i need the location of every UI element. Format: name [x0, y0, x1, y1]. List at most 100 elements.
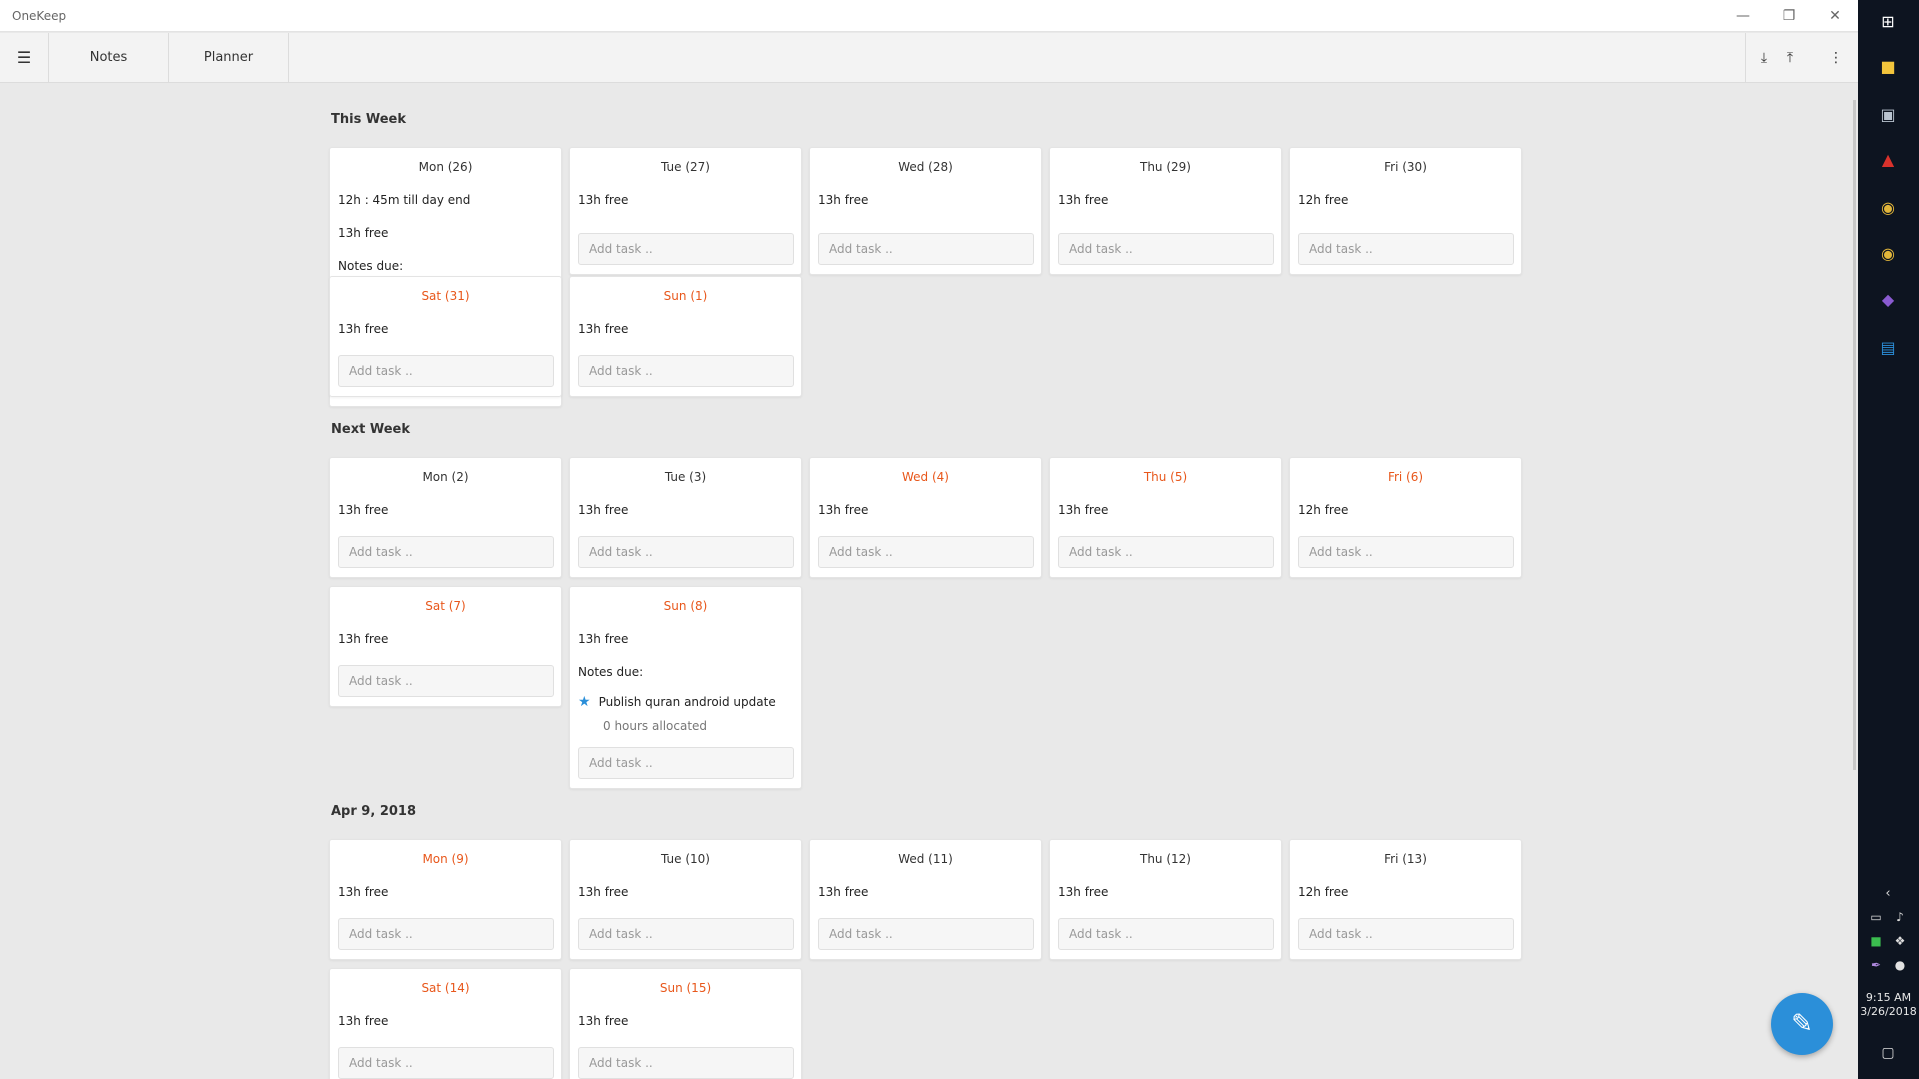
close-button[interactable]: ✕ — [1812, 0, 1858, 32]
tab-notes[interactable]: Notes — [49, 33, 169, 82]
day-label: Sat (14) — [421, 981, 470, 995]
add-task-input[interactable]: Add task .. — [1058, 536, 1274, 568]
section-title: Apr 9, 2018 — [331, 804, 416, 819]
add-task-input[interactable]: Add task .. — [338, 665, 554, 697]
day-card: Sat (31) 13h free Add task .. — [329, 276, 562, 397]
day-card: Sun (1) 13h free Add task .. — [569, 276, 802, 397]
more-vertical-icon[interactable]: ⋮ — [1826, 48, 1846, 68]
chrome-icon[interactable]: ◉ — [1877, 196, 1899, 218]
add-task-input[interactable]: Add task .. — [578, 1047, 794, 1079]
free-time: 13h free — [1058, 885, 1109, 899]
tray-clock[interactable]: 9:15 AM 3/26/2018 — [1858, 991, 1919, 1019]
free-time: 13h free — [818, 885, 869, 899]
volume-icon[interactable]: ♪ — [1889, 906, 1911, 928]
free-time: 13h free — [578, 322, 629, 336]
day-card: Thu (12) 13h free Add task .. — [1049, 839, 1282, 960]
notes-due-label: Notes due: — [578, 665, 644, 679]
day-label: Tue (10) — [661, 852, 710, 866]
add-task-input[interactable]: Add task .. — [578, 355, 794, 387]
note-title: Publish quran android update — [598, 695, 776, 709]
free-time: 13h free — [338, 503, 389, 517]
pen-icon[interactable]: ✒ — [1865, 954, 1887, 976]
onekeep-icon[interactable]: ▤ — [1877, 336, 1899, 358]
network-icon[interactable]: ▭ — [1865, 906, 1887, 928]
chrome-icon[interactable]: ◉ — [1877, 242, 1899, 264]
free-time: 13h free — [578, 632, 629, 646]
day-label: Fri (13) — [1384, 852, 1427, 866]
day-card: Sat (7) 13h free Add task .. — [329, 586, 562, 707]
free-time: 13h free — [1058, 503, 1109, 517]
star-icon: ★ — [578, 694, 591, 710]
pencil-icon: ✎ — [1791, 1009, 1813, 1039]
day-card: Sat (14) 13h free Add task .. — [329, 968, 562, 1079]
free-time: 12h free — [1298, 885, 1349, 899]
app-window: OneKeep — ❐ ✕ ☰ Notes Planner ⤓ ⤒ ⋮ This… — [0, 0, 1858, 1079]
add-task-input[interactable]: Add task .. — [818, 918, 1034, 950]
free-time: 13h free — [818, 193, 869, 207]
day-label: Wed (4) — [902, 470, 949, 484]
day-card: Tue (27) 13h free Add task .. — [569, 147, 802, 275]
toolbar-actions: ⤓ ⤒ ⋮ — [1745, 33, 1858, 82]
free-time: 13h free — [578, 1014, 629, 1028]
day-card: Sun (8) 13h free Notes due: ★ Publish quran … — [569, 586, 802, 789]
due-note-item[interactable]: ★ Publish quran android update — [578, 694, 776, 710]
windows-start-icon[interactable]: ⊞ — [1877, 10, 1899, 32]
dropbox-icon[interactable]: ❖ — [1889, 930, 1911, 952]
add-task-input[interactable]: Add task .. — [338, 1047, 554, 1079]
add-task-input[interactable]: Add task .. — [578, 747, 794, 779]
day-label: Fri (30) — [1384, 160, 1427, 174]
day-label: Mon (2) — [422, 470, 469, 484]
maximize-button[interactable]: ❐ — [1766, 0, 1812, 32]
add-task-input[interactable]: Add task .. — [1298, 233, 1514, 265]
chrome-tray-icon[interactable]: ● — [1889, 954, 1911, 976]
add-task-input[interactable]: Add task .. — [1298, 918, 1514, 950]
day-card: Thu (5) 13h free Add task .. — [1049, 457, 1282, 578]
free-time: 13h free — [578, 193, 629, 207]
taskbar: ⊞ ■ ▣ ▲ ◉ ◉ ◆ ▤ ‹ ▭ ♪ ■ ❖ ✒ ● 9:15 AM 3/… — [1858, 0, 1919, 1079]
toolbar: ☰ Notes Planner ⤓ ⤒ ⋮ — [0, 33, 1858, 83]
sticky-notes-icon[interactable]: ■ — [1877, 55, 1899, 77]
day-label: Thu (12) — [1140, 852, 1191, 866]
minimize-icon: — — [1736, 8, 1750, 24]
day-card: Tue (10) 13h free Add task .. — [569, 839, 802, 960]
free-time: 13h free — [338, 632, 389, 646]
minimize-button[interactable]: — — [1720, 0, 1766, 32]
notification-icon[interactable]: ▢ — [1877, 1042, 1899, 1064]
computer-icon[interactable]: ▣ — [1877, 103, 1899, 125]
app-tray-icon[interactable]: ■ — [1865, 930, 1887, 952]
free-time: 13h free — [818, 503, 869, 517]
add-task-input[interactable]: Add task .. — [578, 536, 794, 568]
menu-button[interactable]: ☰ — [0, 33, 49, 82]
add-task-input[interactable]: Add task .. — [818, 536, 1034, 568]
tab-planner[interactable]: Planner — [169, 33, 289, 82]
download-icon[interactable]: ⤓ — [1754, 48, 1774, 68]
add-task-input[interactable]: Add task .. — [1298, 536, 1514, 568]
add-task-input[interactable]: Add task .. — [338, 536, 554, 568]
notes-due-label: Notes due: — [338, 259, 404, 273]
add-task-input[interactable]: Add task .. — [1058, 918, 1274, 950]
visual-studio-icon[interactable]: ◆ — [1877, 288, 1899, 310]
day-label: Wed (28) — [898, 160, 953, 174]
free-time: 12h free — [1298, 193, 1349, 207]
window-title: OneKeep — [12, 9, 67, 23]
day-label: Tue (27) — [661, 160, 710, 174]
upload-icon[interactable]: ⤒ — [1780, 48, 1800, 68]
add-task-input[interactable]: Add task .. — [338, 918, 554, 950]
day-card: Mon (2) 13h free Add task .. — [329, 457, 562, 578]
add-task-input[interactable]: Add task .. — [578, 918, 794, 950]
chevron-left-icon[interactable]: ‹ — [1877, 882, 1899, 904]
add-task-input[interactable]: Add task .. — [578, 233, 794, 265]
tray-date: 3/26/2018 — [1860, 1005, 1917, 1018]
section-title: This Week — [331, 112, 406, 127]
day-card: Wed (4) 13h free Add task .. — [809, 457, 1042, 578]
new-note-button[interactable]: ✎ — [1771, 993, 1833, 1055]
day-card: Fri (13) 12h free Add task .. — [1289, 839, 1522, 960]
add-task-input[interactable]: Add task .. — [1058, 233, 1274, 265]
pdf-icon[interactable]: ▲ — [1877, 148, 1899, 170]
day-label: Sun (1) — [663, 289, 708, 303]
add-task-input[interactable]: Add task .. — [818, 233, 1034, 265]
day-label: Mon (26) — [418, 160, 473, 174]
scrollbar[interactable] — [1853, 100, 1856, 770]
add-task-input[interactable]: Add task .. — [338, 355, 554, 387]
day-card: Sun (15) 13h free Add task .. — [569, 968, 802, 1079]
